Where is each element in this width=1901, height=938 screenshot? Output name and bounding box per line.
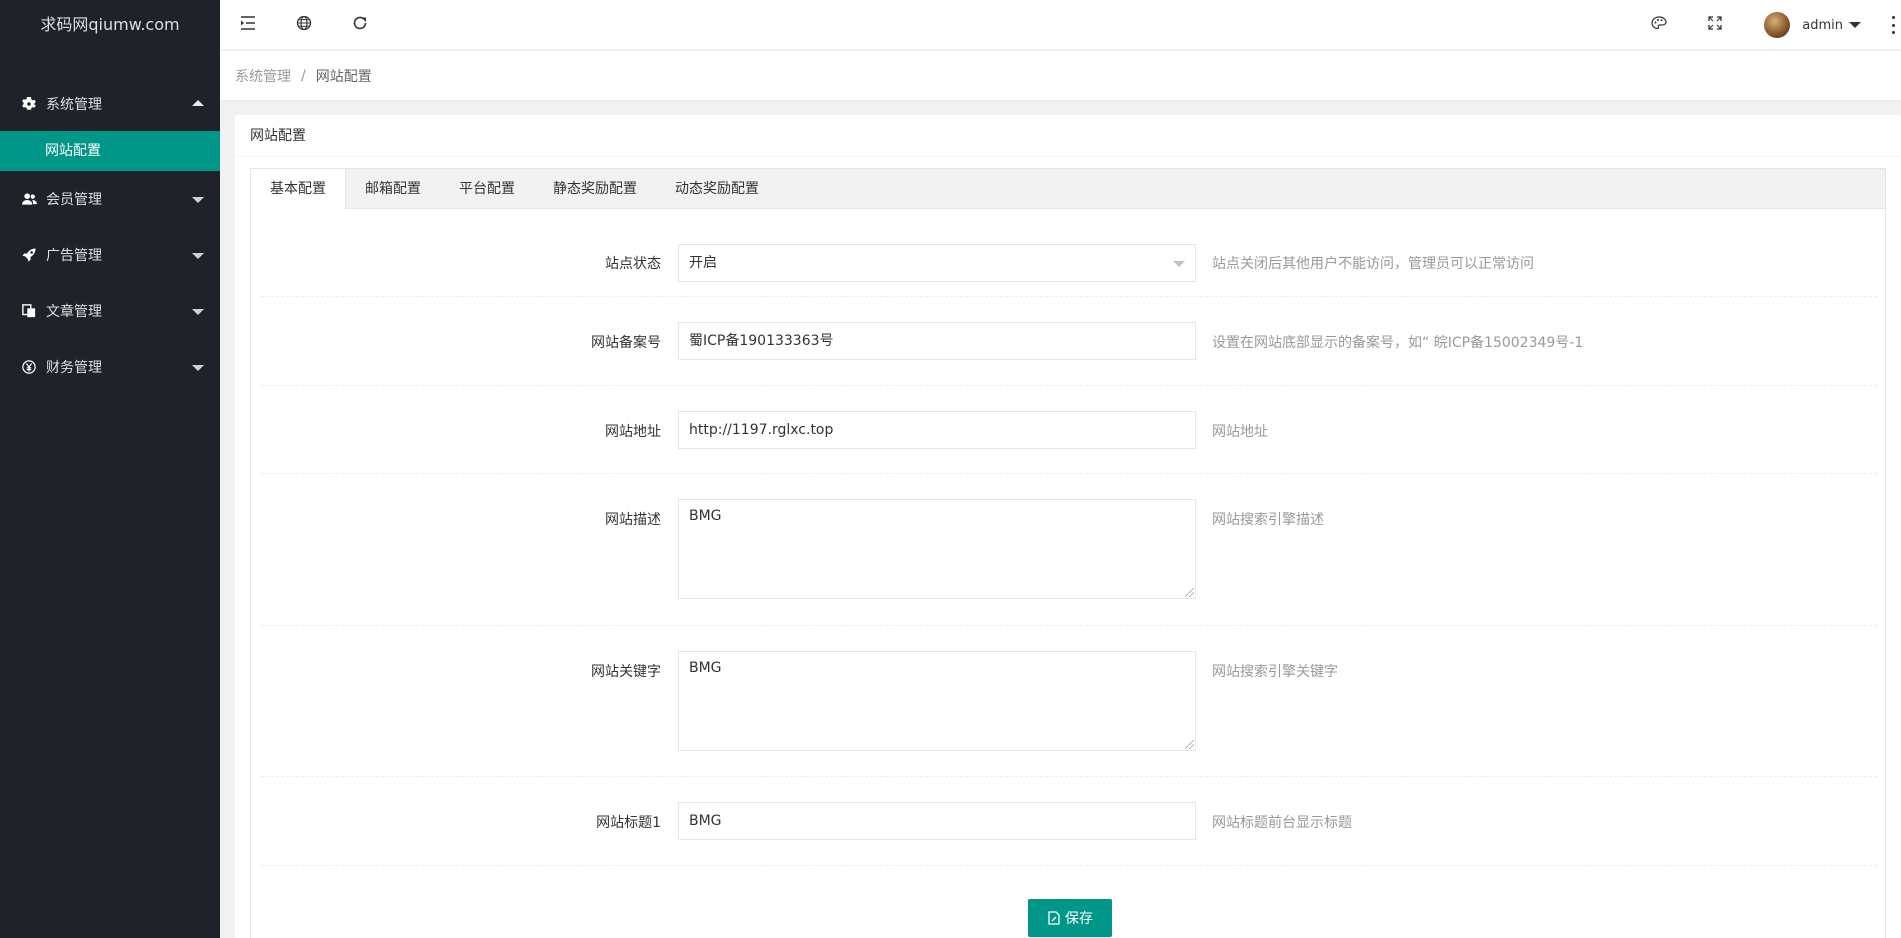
website-button[interactable] [276,0,332,50]
sidebar-submenu-system: 网站配置 [0,131,220,171]
chevron-down-icon [1173,261,1185,267]
tab-dynamic-reward[interactable]: 动态奖励配置 [656,169,778,209]
breadcrumb-separator: / [301,67,306,84]
textarea-value: BMG [689,508,722,524]
sidebar-item-site-config[interactable]: 网站配置 [0,131,220,171]
chevron-down-icon [192,253,204,259]
form-label: 网站备案号 [591,335,661,351]
form-row-site-status: 站点状态 开启 站点关闭后其他用户不能访问，管理员可以正常访问 [261,209,1877,297]
form-label: 网站地址 [605,424,661,440]
refresh-icon [352,15,368,35]
chevron-down-icon [192,309,204,315]
url-input[interactable]: http://1197.rglxc.top [678,411,1196,449]
form-label: 网站标题1 [596,815,661,831]
sidebar-item-system[interactable]: 系统管理 [0,77,220,131]
title1-input[interactable]: BMG [678,802,1196,840]
keywords-textarea[interactable]: BMG [678,651,1196,751]
theme-icon [1651,16,1667,34]
sidebar-item-label: 广告管理 [46,248,102,264]
form-tip: 设置在网站底部显示的备案号，如“ 皖ICP备15002349号-1 [1212,335,1584,351]
yen-icon [20,358,38,376]
chevron-down-icon [192,197,204,203]
menu-fold-icon [240,16,256,34]
form-label: 站点状态 [605,256,661,272]
chevron-up-icon [192,100,204,106]
refresh-button[interactable] [332,0,388,50]
sidebar-item-label: 文章管理 [46,304,102,320]
breadcrumb-parent[interactable]: 系统管理 [235,66,291,86]
breadcrumb-current: 网站配置 [315,68,372,85]
theme-button[interactable] [1631,0,1687,50]
sidebar-item-label: 财务管理 [46,360,102,376]
top-header: admin [220,0,1901,50]
site-status-select[interactable]: 开启 [678,244,1196,282]
tab-static-reward[interactable]: 静态奖励配置 [534,169,656,209]
edit-icon [1047,911,1061,925]
form-tip: 站点关闭后其他用户不能访问，管理员可以正常访问 [1212,256,1534,272]
avatar [1764,12,1791,38]
sidebar-item-label: 系统管理 [46,97,102,113]
resize-handle-icon[interactable] [1185,740,1194,749]
sidebar-item-ads[interactable]: 广告管理 [0,227,220,283]
logo[interactable]: 求码网qiumw.com [0,0,220,50]
globe-icon [296,15,312,35]
sidebar-item-articles[interactable]: 文章管理 [0,283,220,339]
tab-bar: 基本配置 邮箱配置 平台配置 静态奖励配置 动态奖励配置 [251,169,1885,210]
rocket-icon [20,246,38,264]
form-tip: 网站搜索引擎关键字 [1212,664,1338,680]
form-row-title1: 网站标题1 BMG 网站标题前台显示标题 [261,777,1877,866]
select-value: 开启 [689,255,717,271]
form-row-url: 网站地址 http://1197.rglxc.top 网站地址 [261,386,1877,474]
sidebar-item-finance[interactable]: 财务管理 [0,339,220,395]
chevron-down-icon [192,365,204,371]
icp-input[interactable]: 蜀ICP备190133363号 [678,322,1196,360]
config-card: 网站配置 基本配置 邮箱配置 平台配置 静态奖励配置 动态奖励配置 站点状态 开… [235,115,1901,938]
user-name: admin [1802,17,1843,33]
more-icon[interactable] [1891,16,1895,34]
form-label: 网站关键字 [591,664,661,680]
users-icon [20,190,38,208]
form-row-description: 网站描述 BMG 网站搜索引擎描述 [261,474,1877,626]
form-tip: 网站地址 [1212,424,1268,440]
tab-basic[interactable]: 基本配置 [251,169,346,210]
description-textarea[interactable]: BMG [678,499,1196,599]
form-tip: 网站标题前台显示标题 [1212,815,1352,831]
sidebar: 求码网qiumw.com 系统管理 网站配置 会员管理 广告管理 文章管理 财务… [0,0,220,938]
breadcrumb: 系统管理 / 网站配置 [220,51,1901,100]
save-label: 保存 [1065,911,1093,927]
menu-fold-button[interactable] [220,0,276,50]
caret-down-icon [1849,22,1861,28]
documents-icon [20,302,38,320]
sidebar-item-label: 会员管理 [46,192,102,208]
tab-email[interactable]: 邮箱配置 [346,169,440,209]
gear-icon [20,95,38,113]
form-row-icp: 网站备案号 蜀ICP备190133363号 设置在网站底部显示的备案号，如“ 皖… [261,297,1877,386]
textarea-value: BMG [689,660,722,676]
form-row-keywords: 网站关键字 BMG 网站搜索引擎关键字 [261,626,1877,777]
form-tip: 网站搜索引擎描述 [1212,512,1324,528]
tab-platform[interactable]: 平台配置 [440,169,534,209]
card-title: 网站配置 [235,115,1901,157]
save-button[interactable]: 保存 [1028,899,1112,937]
user-menu[interactable]: admin [1764,0,1861,50]
fullscreen-button[interactable] [1687,0,1743,50]
form-label: 网站描述 [605,512,661,528]
sidebar-item-members[interactable]: 会员管理 [0,171,220,227]
tab-container: 基本配置 邮箱配置 平台配置 静态奖励配置 动态奖励配置 站点状态 开启 站点关… [250,168,1886,938]
resize-handle-icon[interactable] [1185,588,1194,597]
fullscreen-icon [1708,16,1722,34]
